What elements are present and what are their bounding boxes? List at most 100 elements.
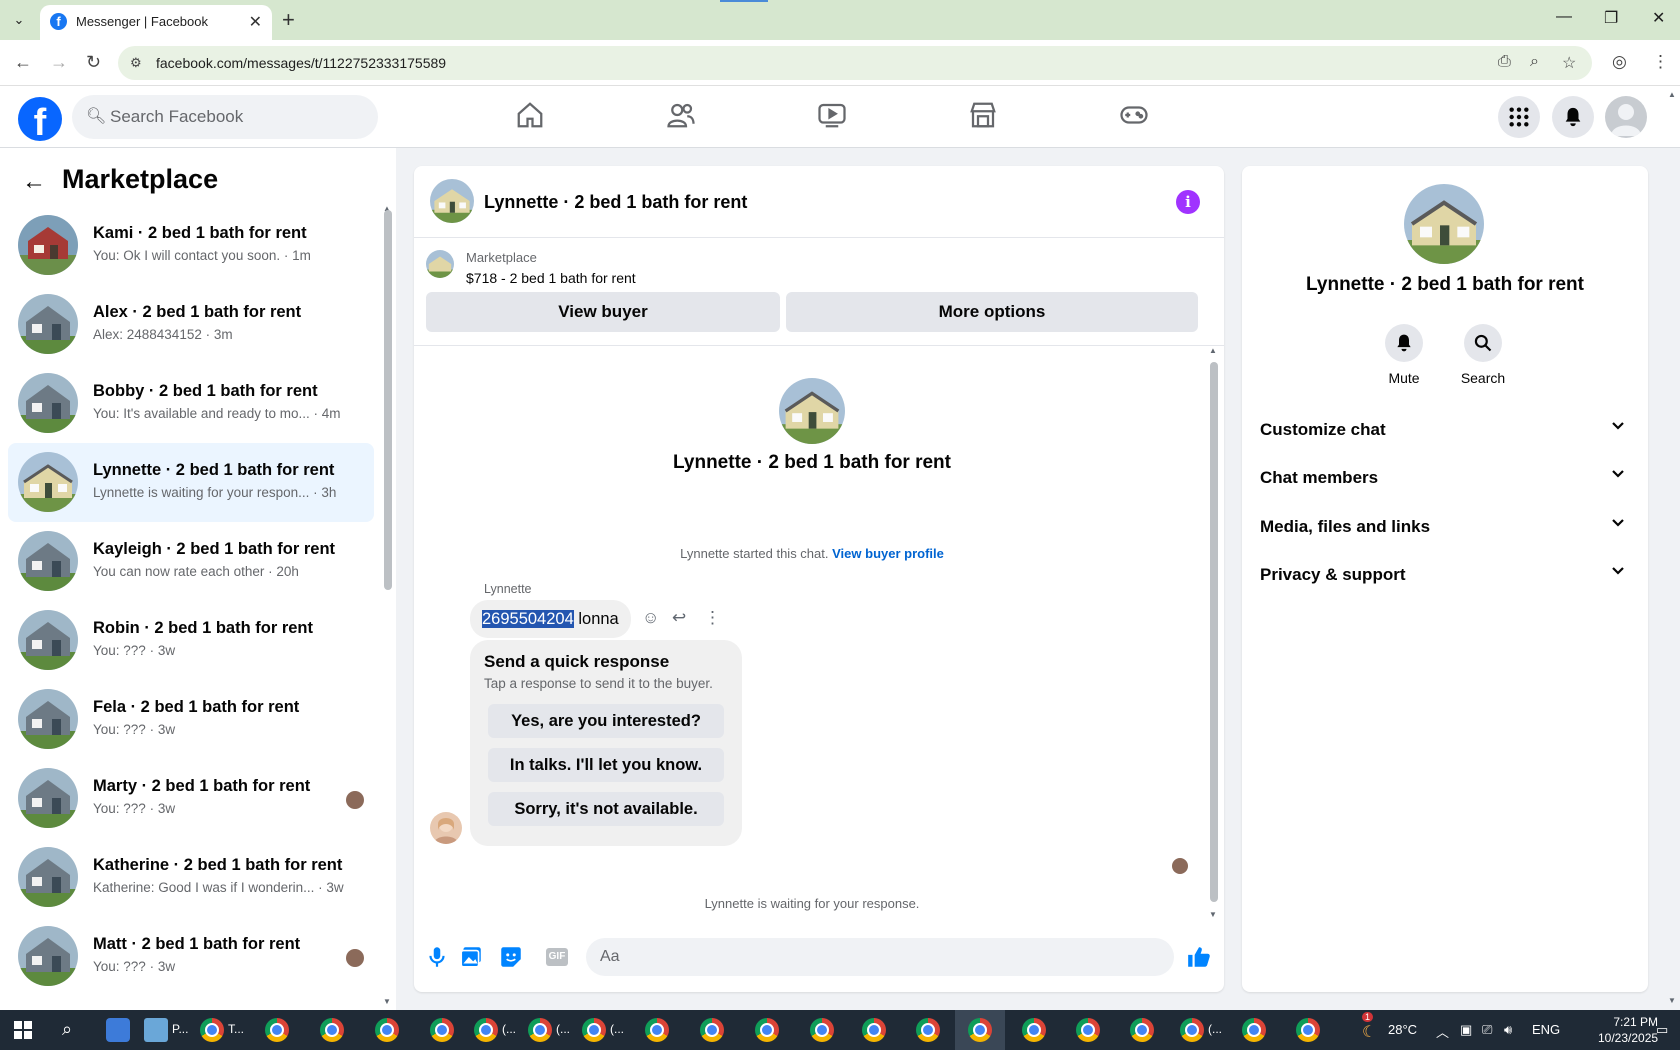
scroll-up-arrow-icon[interactable]: ▲ xyxy=(1209,346,1217,355)
taskbar-search-icon[interactable]: ⌕ xyxy=(62,1019,72,1040)
chrome-icon[interactable] xyxy=(755,1018,779,1042)
language-indicator[interactable]: ENG xyxy=(1532,1022,1560,1037)
message-input[interactable] xyxy=(600,946,1100,968)
minimize-icon[interactable]: — xyxy=(1556,8,1572,26)
conversation-item[interactable]: Katherine · 2 bed 1 bath for rent Kather… xyxy=(8,838,374,917)
conversation-item[interactable]: Matt · 2 bed 1 bath for rent You: ??? · … xyxy=(8,917,374,996)
reload-icon[interactable]: ↻ xyxy=(86,52,101,73)
conversation-item[interactable]: Kami · 2 bed 1 bath for rent You: Ok I w… xyxy=(8,206,374,285)
quick-response-not-available-button[interactable]: Sorry, it's not available. xyxy=(488,792,724,826)
chat-scrollbar[interactable] xyxy=(1210,362,1218,902)
page-scroll-down-arrow-icon[interactable]: ▼ xyxy=(1668,996,1676,1005)
chrome-icon[interactable] xyxy=(1242,1018,1266,1042)
chrome-icon[interactable] xyxy=(1022,1018,1046,1042)
tray-app-icon[interactable]: ▣ xyxy=(1460,1022,1472,1038)
volume-icon[interactable]: 🔊︎ xyxy=(1504,1022,1512,1038)
watch-video-icon[interactable] xyxy=(817,100,851,134)
chrome-icon[interactable] xyxy=(1180,1018,1204,1042)
site-info-icon[interactable]: ⚙ xyxy=(130,55,142,71)
profile-icon[interactable]: ◎ xyxy=(1612,52,1627,72)
search-input[interactable] xyxy=(110,104,360,130)
react-emoji-icon[interactable]: ☺ xyxy=(642,608,659,628)
photo-gallery-icon[interactable] xyxy=(458,944,484,970)
more-actions-icon[interactable]: ⋮ xyxy=(704,608,721,628)
more-options-button[interactable]: More options xyxy=(786,292,1198,332)
page-scroll-up-arrow-icon[interactable]: ▲ xyxy=(1668,90,1676,99)
system-clock[interactable]: 7:21 PM 10/23/2025 xyxy=(1598,1014,1658,1046)
scroll-down-arrow-icon[interactable]: ▼ xyxy=(383,997,391,1006)
chrome-icon[interactable] xyxy=(320,1018,344,1042)
window-close-icon[interactable]: ✕ xyxy=(1652,8,1665,28)
browser-tab-messenger[interactable]: f Messenger | Facebook ✕ xyxy=(40,5,272,40)
windows-start-icon[interactable] xyxy=(14,1021,32,1039)
chrome-icon[interactable] xyxy=(430,1018,454,1042)
install-app-icon[interactable]: ⎙ xyxy=(1498,53,1511,71)
chrome-icon[interactable] xyxy=(474,1018,498,1042)
conversation-item[interactable]: Robin · 2 bed 1 bath for rent You: ??? ·… xyxy=(8,601,374,680)
chrome-icon[interactable] xyxy=(810,1018,834,1042)
chrome-icon[interactable] xyxy=(862,1018,886,1042)
view-buyer-profile-link[interactable]: View buyer profile xyxy=(832,546,944,561)
taskbar-app-icon[interactable] xyxy=(106,1018,130,1042)
chrome-icon[interactable] xyxy=(1076,1018,1100,1042)
chat-members-section[interactable]: Chat members xyxy=(1260,454,1630,500)
forward-arrow-icon[interactable]: → xyxy=(50,52,68,73)
url-text[interactable]: facebook.com/messages/t/1122752333175589 xyxy=(156,55,446,71)
view-buyer-button[interactable]: View buyer xyxy=(426,292,780,332)
info-icon[interactable]: i xyxy=(1176,190,1200,214)
message-input-container[interactable] xyxy=(586,938,1174,976)
message-bubble[interactable]: 2695504204 lonna xyxy=(470,600,631,638)
selected-text[interactable]: 2695504204 xyxy=(482,610,574,628)
tab-close-icon[interactable]: ✕ xyxy=(249,12,262,32)
tab-search-chevron-icon[interactable]: ⌄ xyxy=(8,9,30,31)
sticker-icon[interactable] xyxy=(498,944,524,970)
microphone-icon[interactable] xyxy=(424,944,450,970)
conversation-item[interactable]: Bobby · 2 bed 1 bath for rent You: It's … xyxy=(8,364,374,443)
chrome-icon[interactable] xyxy=(528,1018,552,1042)
notifications-bell-icon[interactable] xyxy=(1552,96,1594,138)
search-in-chat-button[interactable]: Search xyxy=(1443,324,1523,386)
network-icon[interactable]: ⎚ xyxy=(1482,1022,1492,1038)
chrome-icon[interactable] xyxy=(582,1018,606,1042)
details-listing-thumbnail[interactable] xyxy=(1404,184,1484,264)
zoom-icon[interactable]: ⌕ xyxy=(1530,53,1539,71)
gif-icon[interactable]: GIF xyxy=(546,948,568,966)
temperature-text[interactable]: 28°C xyxy=(1388,1022,1417,1037)
scroll-down-arrow-icon[interactable]: ▼ xyxy=(1209,910,1217,919)
facebook-search[interactable]: 🔍︎ xyxy=(72,95,378,139)
browser-menu-icon[interactable]: ⋮ xyxy=(1652,52,1669,72)
quick-response-interested-button[interactable]: Yes, are you interested? xyxy=(488,704,724,738)
tray-expand-icon[interactable]: ︿ xyxy=(1436,1022,1449,1041)
marketplace-store-icon[interactable] xyxy=(968,100,1002,134)
account-avatar[interactable] xyxy=(1605,96,1647,138)
restore-icon[interactable]: ❐ xyxy=(1604,8,1618,28)
like-thumbs-up-icon[interactable] xyxy=(1186,944,1212,970)
chrome-icon[interactable] xyxy=(1130,1018,1154,1042)
conversation-item[interactable]: Marty · 2 bed 1 bath for rent You: ??? ·… xyxy=(8,759,374,838)
address-bar[interactable]: ⚙ facebook.com/messages/t/11227523331755… xyxy=(118,46,1592,80)
mute-button[interactable]: Mute xyxy=(1364,324,1444,386)
taskbar-photos-icon[interactable] xyxy=(144,1018,168,1042)
home-icon[interactable] xyxy=(515,100,549,134)
chrome-icon[interactable] xyxy=(645,1018,669,1042)
listing-price-title[interactable]: $718 - 2 bed 1 bath for rent xyxy=(466,270,636,286)
chrome-icon[interactable] xyxy=(700,1018,724,1042)
sender-avatar[interactable] xyxy=(430,812,462,844)
chrome-icon[interactable] xyxy=(916,1018,940,1042)
conversation-item[interactable]: Alex · 2 bed 1 bath for rent Alex: 24884… xyxy=(8,285,374,364)
chrome-icon[interactable] xyxy=(1296,1018,1320,1042)
back-arrow-icon[interactable]: ← xyxy=(22,168,46,196)
weather-moon-icon[interactable]: ☾ xyxy=(1362,1022,1376,1042)
conversation-item[interactable]: Kayleigh · 2 bed 1 bath for rent You can… xyxy=(8,522,374,601)
bookmark-star-icon[interactable]: ☆ xyxy=(1562,53,1576,73)
chat-listing-thumbnail[interactable] xyxy=(430,179,474,223)
reply-icon[interactable]: ↩ xyxy=(672,608,686,628)
chat-title[interactable]: Lynnette · 2 bed 1 bath for rent xyxy=(484,192,747,213)
left-panel-scrollbar[interactable] xyxy=(384,210,392,590)
chrome-icon[interactable] xyxy=(968,1018,992,1042)
new-tab-plus-icon[interactable]: + xyxy=(282,7,295,33)
facebook-logo-icon[interactable]: f xyxy=(18,97,62,141)
customize-chat-section[interactable]: Customize chat xyxy=(1260,406,1630,452)
friends-icon[interactable] xyxy=(666,100,700,134)
conversation-item[interactable]: Fela · 2 bed 1 bath for rent You: ??? · … xyxy=(8,680,374,759)
